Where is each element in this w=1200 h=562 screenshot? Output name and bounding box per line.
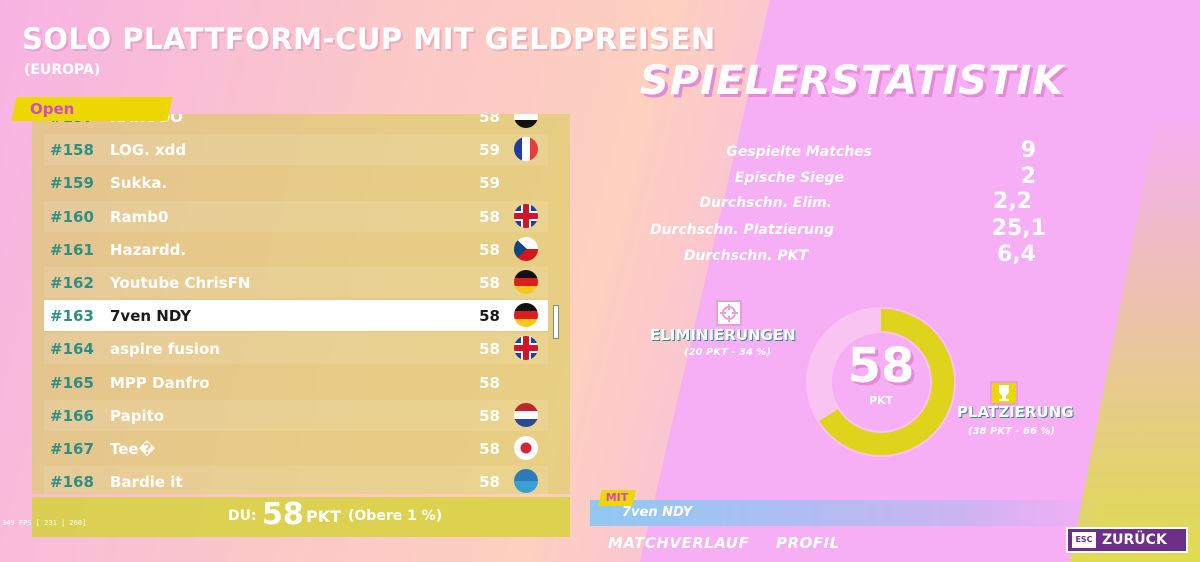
donut-center: 58 PKT <box>805 306 957 458</box>
section-title: SPIELERSTATISTIK <box>640 58 1065 104</box>
row-points: 58 <box>479 340 500 359</box>
row-points: 58 <box>479 207 500 226</box>
table-row-selected[interactable]: #163 7ven NDY 58 <box>44 300 548 332</box>
back-button[interactable]: ESC ZURÜCK <box>1066 527 1188 553</box>
flag-icon <box>514 270 538 294</box>
row-rank: #167 <box>50 440 94 458</box>
table-row[interactable]: #164 aspire fusion 58 <box>44 333 548 365</box>
eliminations-breakdown: (20 PKT - 34 %) <box>684 347 771 358</box>
row-rank: #158 <box>50 141 94 160</box>
stat-value: 9 <box>1020 138 1036 163</box>
row-points: 58 <box>479 373 500 392</box>
row-player-name: Youtube ChrisFN <box>110 274 251 292</box>
row-player-name: Hazardd. <box>110 240 187 259</box>
party-tag: MIT <box>598 490 636 506</box>
donut-total-unit: PKT <box>868 394 894 407</box>
stat-label: Durchschn. PKT <box>683 248 808 264</box>
your-score-value: 58 <box>262 497 304 532</box>
donut-total-value: 58 <box>847 338 915 394</box>
row-points: 58 <box>479 274 500 292</box>
your-score-percentile: (Obere 1 %) <box>348 508 443 524</box>
row-points: 58 <box>479 240 500 259</box>
row-player-name: Papito <box>110 406 165 425</box>
fps-counter: 349 FPS [ 231 | 260] <box>2 519 87 527</box>
esc-key-icon: ESC <box>1072 532 1096 548</box>
flag-icon <box>514 114 538 128</box>
flag-icon <box>514 336 538 361</box>
table-row[interactable]: #167 Tee� 58 <box>44 433 548 464</box>
stat-value: 2,2 <box>993 189 1032 214</box>
flag-icon <box>514 436 538 460</box>
row-rank: #166 <box>50 406 94 425</box>
row-player-name: Bardie it <box>110 473 183 492</box>
back-button-label: ZURÜCK <box>1102 532 1167 548</box>
your-score-unit: PKT <box>306 507 342 526</box>
stat-label: Epische Siege <box>734 170 844 186</box>
row-points: 58 <box>479 406 500 425</box>
row-points: 59 <box>479 174 500 193</box>
division-tag: Open <box>11 97 173 121</box>
row-rank: #165 <box>50 373 94 392</box>
table-row[interactable]: #166 Papito 58 <box>44 399 548 431</box>
leaderboard[interactable]: #157KAROOO58#158LOG. xdd59#159Sukka.59#1… <box>32 114 570 494</box>
row-points: 59 <box>479 141 500 160</box>
table-row[interactable]: #162 Youtube ChrisFN 58 <box>44 267 548 298</box>
stat-value: 25,1 <box>991 216 1046 241</box>
stat-label: Gespielte Matches <box>726 144 872 160</box>
flag-icon <box>514 203 538 228</box>
row-player-name: Tee� <box>110 440 156 458</box>
your-score-label: DU: <box>228 508 257 524</box>
row-player-name: LOG. xdd <box>110 141 187 160</box>
row-rank: #168 <box>50 473 94 492</box>
row-rank: #161 <box>50 240 94 259</box>
crosshair-icon <box>716 300 742 326</box>
row-points: 58 <box>479 114 500 126</box>
party-member-bar[interactable]: 7ven NDY <box>590 500 1100 526</box>
placement-breakdown: (38 PKT - 66 %) <box>968 426 1055 437</box>
table-row[interactable]: #159 Sukka. 59 <box>44 167 548 198</box>
placement-label: PLATZIERUNG <box>957 403 1074 421</box>
flag-icon <box>514 303 538 328</box>
row-rank: #163 <box>50 307 94 326</box>
tab-match-history[interactable]: MATCHVERLAUF <box>608 534 749 552</box>
table-row[interactable]: #168 Bardie it 58 <box>44 466 548 494</box>
party-member-name: 7ven NDY <box>622 505 693 520</box>
stat-value: 2 <box>1020 164 1036 189</box>
stat-value: 6,4 <box>997 242 1036 267</box>
row-player-name: Sukka. <box>110 174 168 193</box>
row-player-name: MPP Danfro <box>110 373 210 392</box>
row-points: 58 <box>479 473 500 492</box>
stat-label: Durchschn. Platzierung <box>649 222 834 238</box>
table-row[interactable]: #158 LOG. xdd 59 <box>44 134 548 166</box>
tournament-region: (EUROPA) <box>24 62 101 78</box>
flag-icon <box>514 469 538 494</box>
row-rank: #160 <box>50 207 94 226</box>
your-score-bar: DU: 58 PKT (Obere 1 %) <box>32 497 570 537</box>
flag-icon <box>514 402 538 427</box>
row-points: 58 <box>479 440 500 458</box>
flag-icon <box>514 137 538 162</box>
flag-icon <box>514 236 538 261</box>
row-rank: #159 <box>50 174 94 193</box>
row-rank: #164 <box>50 340 94 359</box>
table-row[interactable]: #161 Hazardd. 58 <box>44 234 548 265</box>
party-tag-label: MIT <box>605 491 629 504</box>
eliminations-label: ELIMINIERUNGEN <box>650 326 796 344</box>
table-row[interactable]: #160 Ramb0 58 <box>44 200 548 232</box>
row-player-name: Ramb0 <box>110 207 169 226</box>
row-rank: #162 <box>50 274 94 292</box>
tournament-title: SOLO PLATTFORM-CUP MIT GELDPREISEN <box>22 22 716 56</box>
leaderboard-rows[interactable]: #157KAROOO58#158LOG. xdd59#159Sukka.59#1… <box>44 114 548 494</box>
leaderboard-scrollbar[interactable] <box>553 305 559 339</box>
division-tag-label: Open <box>30 100 75 118</box>
row-player-name: 7ven NDY <box>110 307 192 326</box>
row-points: 58 <box>479 307 500 326</box>
row-player-name: aspire fusion <box>110 340 220 359</box>
trophy-icon <box>990 381 1018 405</box>
tab-profile[interactable]: PROFIL <box>776 534 840 552</box>
table-row[interactable]: #165 MPP Danfro 58 <box>44 367 548 398</box>
stat-label: Durchschn. Elim. <box>699 195 832 211</box>
